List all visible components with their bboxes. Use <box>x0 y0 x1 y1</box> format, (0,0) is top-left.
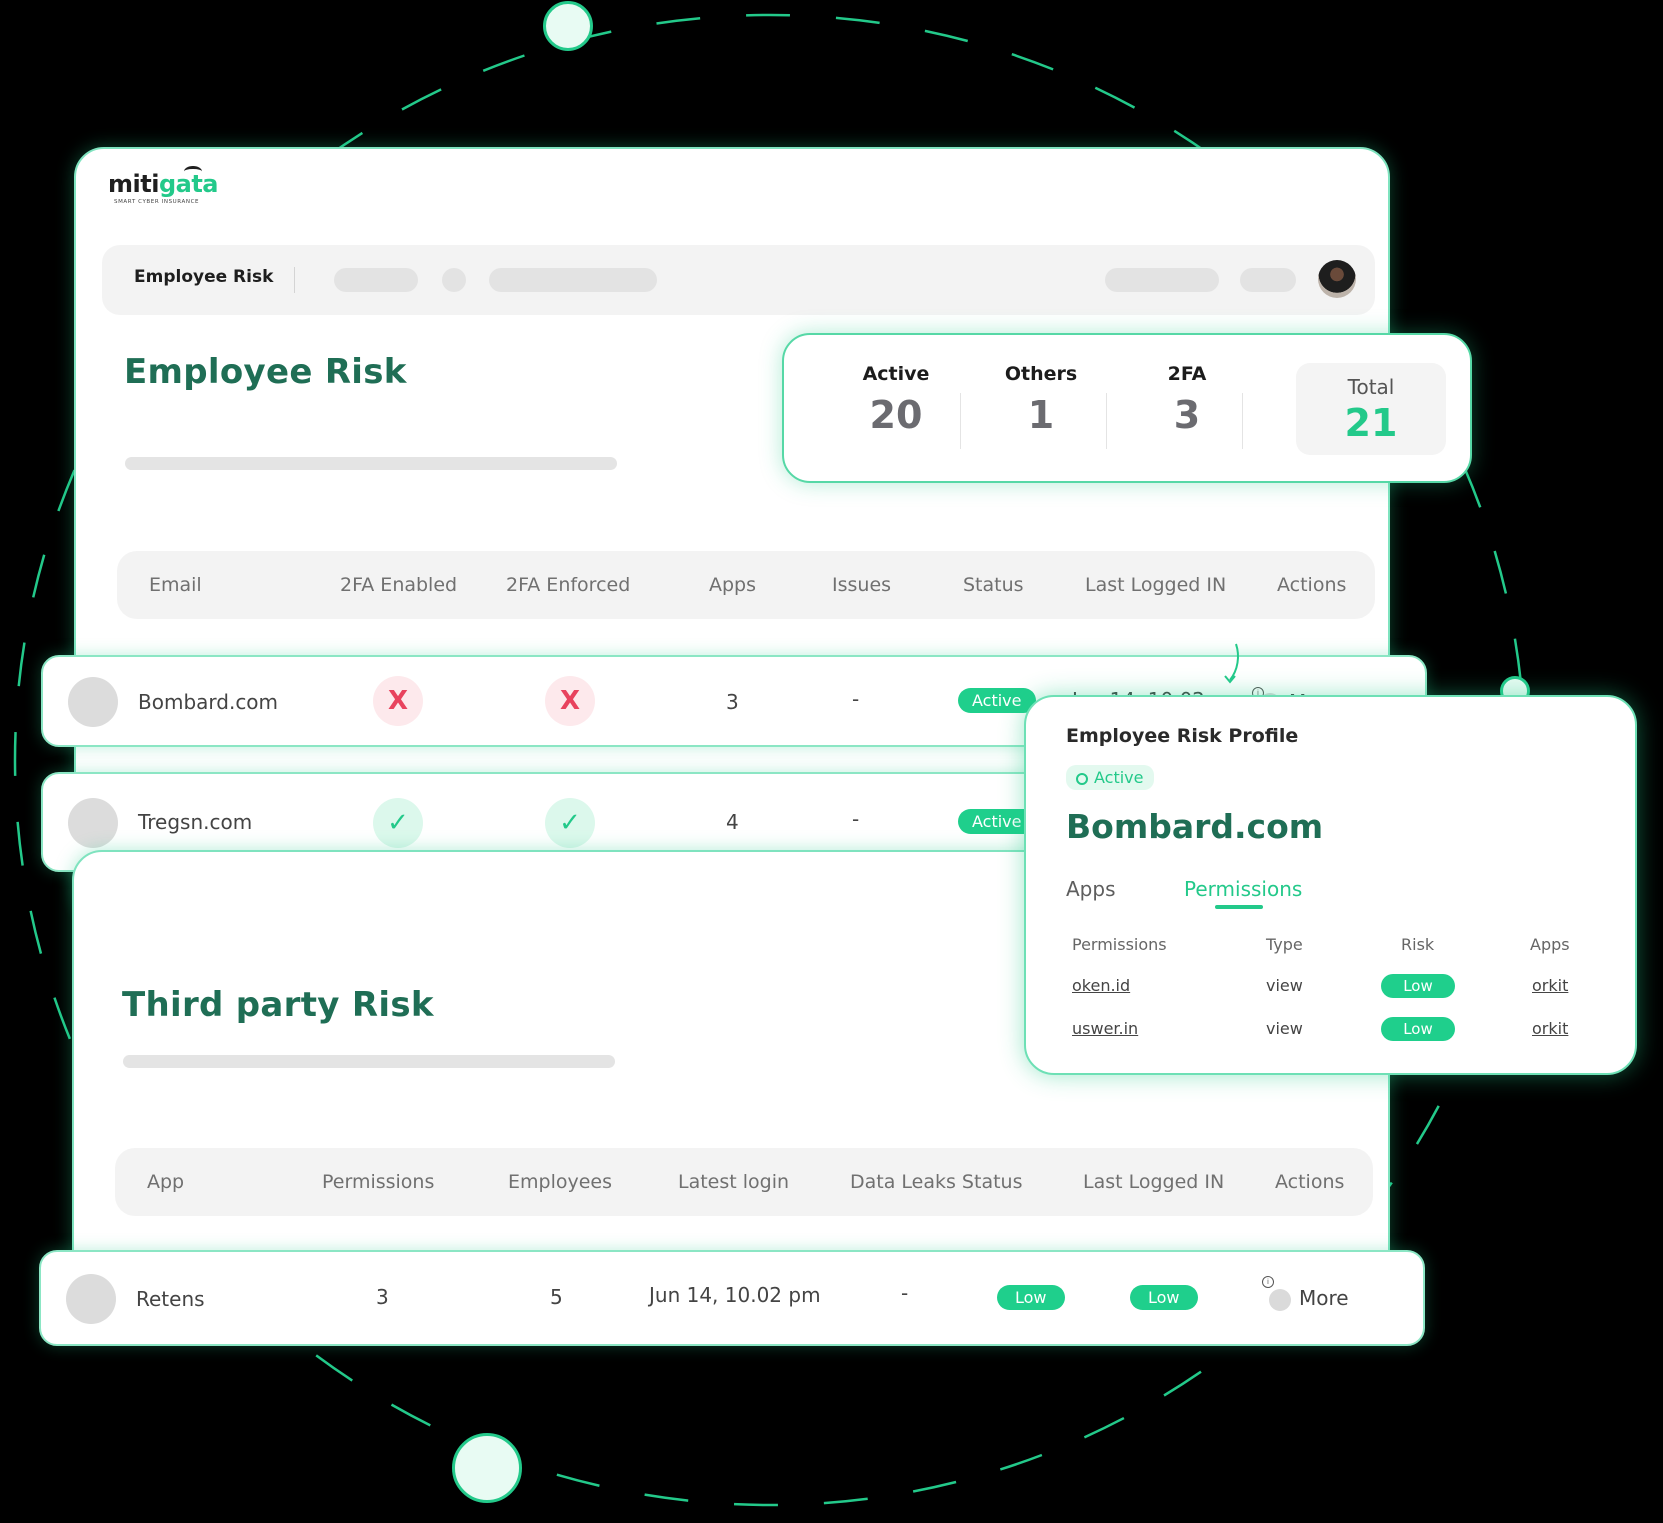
email-cell: Bombard.com <box>138 690 279 714</box>
logo-signal-icon <box>184 166 202 177</box>
check-icon: ✓ <box>545 798 595 848</box>
data-leaks-cell: - <box>901 1281 909 1305</box>
cross-icon: X <box>373 676 423 726</box>
column-header[interactable]: Last Logged IN <box>1085 574 1226 596</box>
breadcrumb[interactable]: Employee Risk <box>134 267 273 287</box>
status-badge: Active <box>958 688 1036 713</box>
profile-status-badge: Active <box>1066 765 1154 790</box>
risk-badge: Low <box>997 1285 1065 1310</box>
app-cell: Retens <box>136 1287 205 1311</box>
top-navbar: Employee Risk <box>102 245 1375 315</box>
column-header[interactable]: Email <box>149 574 202 596</box>
more-icon[interactable] <box>1269 1289 1291 1311</box>
nav-placeholder-1 <box>334 268 418 292</box>
risk-badge: Low <box>1130 1285 1198 1310</box>
user-avatar[interactable] <box>1318 260 1356 298</box>
profile-status-label: Active <box>1094 768 1144 787</box>
stat-label: 2FA <box>1167 363 1207 385</box>
nav-placeholder-dot <box>442 268 466 292</box>
employee-table-header: Email 2FA Enabled 2FA Enforced Apps Issu… <box>117 551 1375 619</box>
type-cell: view <box>1266 1019 1303 1038</box>
tab-permissions[interactable]: Permissions <box>1184 877 1302 901</box>
column-header[interactable]: Data Leaks Status <box>850 1171 1022 1193</box>
stat-divider <box>960 393 961 449</box>
stat-total-value: 21 <box>1344 401 1398 445</box>
logo-tagline: SMART CYBER INSURANCE <box>114 199 200 205</box>
row-avatar <box>68 677 118 727</box>
table-row[interactable]: Retens 3 5 Jun 14, 10.02 pm - Low Low i … <box>39 1250 1425 1346</box>
orbit-node-top <box>543 1 593 51</box>
email-cell: Tregsn.com <box>138 810 253 834</box>
third-party-table-header: App Permissions Employees Latest login D… <box>115 1148 1373 1216</box>
column-header[interactable]: Last Logged IN <box>1083 1171 1224 1193</box>
employee-risk-subtitle-placeholder <box>125 457 617 470</box>
risk-badge: Low <box>1381 974 1455 998</box>
risk-badge: Low <box>1381 1017 1455 1041</box>
column-header[interactable]: Actions <box>1277 574 1346 596</box>
column-header[interactable]: Apps <box>709 574 756 596</box>
mitigata-logo: mitigata SMART CYBER INSURANCE <box>108 166 218 205</box>
issues-cell: - <box>852 807 860 831</box>
apps-cell: 3 <box>726 690 739 714</box>
logo-text-miti: miti <box>108 170 159 198</box>
stat-divider <box>1106 393 1107 449</box>
stat-value: 1 <box>1027 393 1055 437</box>
column-header: Type <box>1266 935 1303 954</box>
issues-cell: - <box>852 687 860 711</box>
stat-others: Others 1 <box>971 363 1111 437</box>
column-header[interactable]: 2FA Enforced <box>506 574 630 596</box>
nav-placeholder-3 <box>1105 268 1219 292</box>
app-link[interactable]: orkit <box>1532 1019 1568 1038</box>
profile-name: Bombard.com <box>1066 807 1324 846</box>
column-header[interactable]: Permissions <box>322 1171 434 1193</box>
stat-2fa: 2FA 3 <box>1117 363 1257 437</box>
breadcrumb-divider <box>294 267 295 293</box>
info-icon[interactable]: i <box>1262 1276 1274 1288</box>
column-header[interactable]: 2FA Enabled <box>340 574 457 596</box>
column-header[interactable]: App <box>147 1171 184 1193</box>
column-header: Permissions <box>1072 935 1167 954</box>
third-party-risk-title: Third party Risk <box>122 985 434 1025</box>
tab-apps[interactable]: Apps <box>1066 877 1116 901</box>
nav-placeholder-2 <box>489 268 657 292</box>
stat-value: 3 <box>1173 393 1201 437</box>
permission-link[interactable]: uswer.in <box>1072 1019 1138 1038</box>
permission-link[interactable]: oken.id <box>1072 976 1130 995</box>
stat-divider <box>1242 393 1243 449</box>
column-header: Apps <box>1530 935 1570 954</box>
latest-login-cell: Jun 14, 10.02 pm <box>649 1283 821 1307</box>
row-avatar <box>68 798 118 848</box>
permissions-cell: 3 <box>376 1285 389 1309</box>
column-header[interactable]: Issues <box>832 574 891 596</box>
column-header[interactable]: Status <box>963 574 1024 596</box>
stats-card: Active 20 Others 1 2FA 3 Total 21 <box>782 333 1472 483</box>
type-cell: view <box>1266 976 1303 995</box>
cross-icon: X <box>545 676 595 726</box>
stat-label: Active <box>862 363 930 385</box>
orbit-node-bottom <box>452 1433 522 1503</box>
employee-risk-title: Employee Risk <box>124 352 407 392</box>
check-icon: ✓ <box>373 798 423 848</box>
more-button[interactable]: More <box>1299 1286 1349 1310</box>
employees-cell: 5 <box>550 1285 563 1309</box>
third-party-subtitle-placeholder <box>123 1055 615 1068</box>
stat-value: 20 <box>869 393 923 437</box>
column-header[interactable]: Latest login <box>678 1171 789 1193</box>
pointer-arrow-icon <box>1224 643 1239 684</box>
nav-placeholder-4 <box>1240 268 1296 292</box>
row-avatar <box>66 1274 116 1324</box>
column-header: Risk <box>1401 935 1435 954</box>
status-dot-icon <box>1076 772 1088 785</box>
employee-risk-profile-popup: Employee Risk Profile Active Bombard.com… <box>1024 695 1637 1075</box>
stat-total-label: Total <box>1347 375 1395 399</box>
app-link[interactable]: orkit <box>1532 976 1568 995</box>
apps-cell: 4 <box>726 810 739 834</box>
profile-title: Employee Risk Profile <box>1066 725 1299 747</box>
column-header[interactable]: Actions <box>1275 1171 1344 1193</box>
column-header[interactable]: Employees <box>508 1171 612 1193</box>
stat-total: Total 21 <box>1296 363 1446 455</box>
stat-active: Active 20 <box>826 363 966 437</box>
stat-label: Others <box>1004 363 1078 385</box>
active-tab-indicator <box>1215 905 1263 909</box>
